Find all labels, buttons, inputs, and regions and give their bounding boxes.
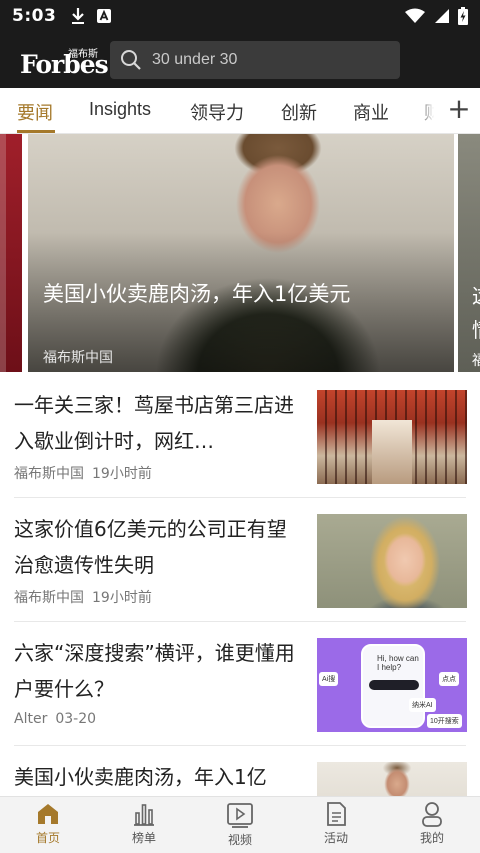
next-slide-peek-text: 情 bbox=[472, 314, 480, 343]
phone-mockup: Hi, how can I help? bbox=[361, 644, 425, 728]
profile-icon bbox=[422, 802, 442, 827]
next-slide-peek-text: 福 bbox=[472, 353, 480, 369]
tab-insights[interactable]: Insights bbox=[89, 99, 151, 120]
news-title: 美国小伙卖鹿肉汤，年入1亿 bbox=[14, 765, 267, 789]
forbes-logo[interactable]: 福布斯 Forbes bbox=[20, 42, 109, 78]
slide-title: 美国小伙卖鹿肉汤，年入1亿美元 bbox=[43, 282, 351, 306]
news-thumbnail bbox=[317, 762, 467, 796]
wifi-icon bbox=[405, 8, 425, 23]
news-time: 19小时前 bbox=[92, 590, 152, 606]
slide-source: 福布斯中国 bbox=[43, 350, 113, 366]
nav-profile[interactable]: 我的 bbox=[402, 801, 462, 851]
carousel-main-slide[interactable]: 美国小伙卖鹿肉汤，年入1亿美元 福布斯中国 bbox=[28, 134, 454, 372]
home-icon bbox=[38, 804, 58, 824]
news-thumbnail bbox=[317, 514, 467, 608]
category-tabs: 要闻 Insights 领导力 创新 商业 财 + bbox=[0, 88, 480, 134]
search-bar[interactable]: 30 under 30 bbox=[110, 41, 400, 79]
news-thumbnail bbox=[317, 390, 467, 484]
status-time: 5:03 bbox=[12, 6, 57, 26]
news-title: 这家价值6亿美元的公司正有望治愈遗传性失明 bbox=[14, 517, 287, 577]
news-source: 福布斯中国 bbox=[14, 466, 84, 482]
search-placeholder: 30 under 30 bbox=[152, 51, 238, 68]
app-header: 福布斯 Forbes 30 under 30 bbox=[0, 32, 480, 88]
nav-profile-label: 我的 bbox=[419, 831, 444, 845]
signal-icon bbox=[435, 9, 449, 23]
video-icon bbox=[227, 803, 253, 828]
news-source: 福布斯中国 bbox=[14, 590, 84, 606]
active-tab-indicator bbox=[17, 130, 55, 133]
thumb-chip: 纳米AI bbox=[409, 698, 436, 712]
news-meta: 福布斯中国 19小时前 bbox=[14, 463, 152, 483]
add-tab-button[interactable]: + bbox=[442, 90, 476, 130]
featured-carousel[interactable]: 美国小伙卖鹿肉汤，年入1亿美元 福布斯中国 这 情 福 bbox=[0, 134, 480, 374]
nav-video[interactable]: 视频 bbox=[210, 801, 270, 851]
nav-video-label: 视频 bbox=[227, 833, 252, 847]
phone-text: Hi, how can I help? bbox=[377, 654, 419, 672]
nav-home-label: 首页 bbox=[35, 831, 60, 845]
tabs-fade bbox=[416, 88, 442, 132]
tab-headlines[interactable]: 要闻 bbox=[17, 99, 53, 125]
news-item[interactable]: 六家“深度搜索”横评，谁更懂用户要什么？ Alter 03-20 Hi, how … bbox=[0, 622, 480, 746]
search-icon bbox=[121, 50, 141, 70]
status-bar: 5:03 bbox=[0, 0, 480, 32]
thumb-chip: 点点 bbox=[439, 672, 459, 686]
bottom-navigation: 首页 榜单 视频 活动 我的 bbox=[0, 796, 480, 853]
download-icon bbox=[72, 8, 85, 24]
news-title: 六家“深度搜索”横评，谁更懂用户要什么？ bbox=[14, 641, 295, 701]
news-thumbnail: Hi, how can I help? Ai搜 点点 纳米AI 10开搜索 bbox=[317, 638, 467, 732]
news-title: 一年关三家！茑屋书店第三店进入歇业倒计时，网红… bbox=[14, 393, 294, 453]
tab-innovation[interactable]: 创新 bbox=[281, 99, 317, 125]
news-item[interactable]: 这家价值6亿美元的公司正有望治愈遗传性失明 福布斯中国 19小时前 bbox=[0, 498, 480, 622]
document-icon bbox=[327, 802, 346, 826]
tab-leadership[interactable]: 领导力 bbox=[190, 99, 244, 125]
news-source: Alter bbox=[14, 711, 48, 727]
news-item[interactable]: 美国小伙卖鹿肉汤，年入1亿 bbox=[0, 746, 480, 796]
news-meta: Alter 03-20 bbox=[14, 711, 96, 727]
thumb-chip: Ai搜 bbox=[319, 672, 339, 686]
nav-ranking-label: 榜单 bbox=[131, 831, 156, 845]
news-time: 19小时前 bbox=[92, 466, 152, 482]
thumb-chip: 10开搜索 bbox=[427, 714, 462, 728]
nav-home[interactable]: 首页 bbox=[18, 801, 78, 851]
news-meta: 福布斯中国 19小时前 bbox=[14, 587, 152, 607]
nav-events-label: 活动 bbox=[323, 831, 348, 845]
news-item[interactable]: 一年关三家！茑屋书店第三店进入歇业倒计时，网红… 福布斯中国 19小时前 bbox=[0, 374, 480, 498]
tab-business[interactable]: 商业 bbox=[353, 99, 389, 125]
battery-icon bbox=[458, 7, 468, 25]
carousel-prev-slide[interactable] bbox=[0, 134, 22, 372]
nav-events[interactable]: 活动 bbox=[306, 801, 366, 851]
carousel-next-slide[interactable]: 这 情 福 bbox=[458, 134, 480, 372]
news-time: 03-20 bbox=[55, 711, 97, 727]
nav-ranking[interactable]: 榜单 bbox=[114, 801, 174, 851]
app-notification-icon bbox=[97, 9, 112, 23]
ranking-icon bbox=[134, 804, 154, 826]
next-slide-peek-text: 这 bbox=[472, 280, 480, 309]
phone-input-bar bbox=[369, 680, 419, 690]
logo-en-text: Forbes bbox=[20, 50, 109, 79]
